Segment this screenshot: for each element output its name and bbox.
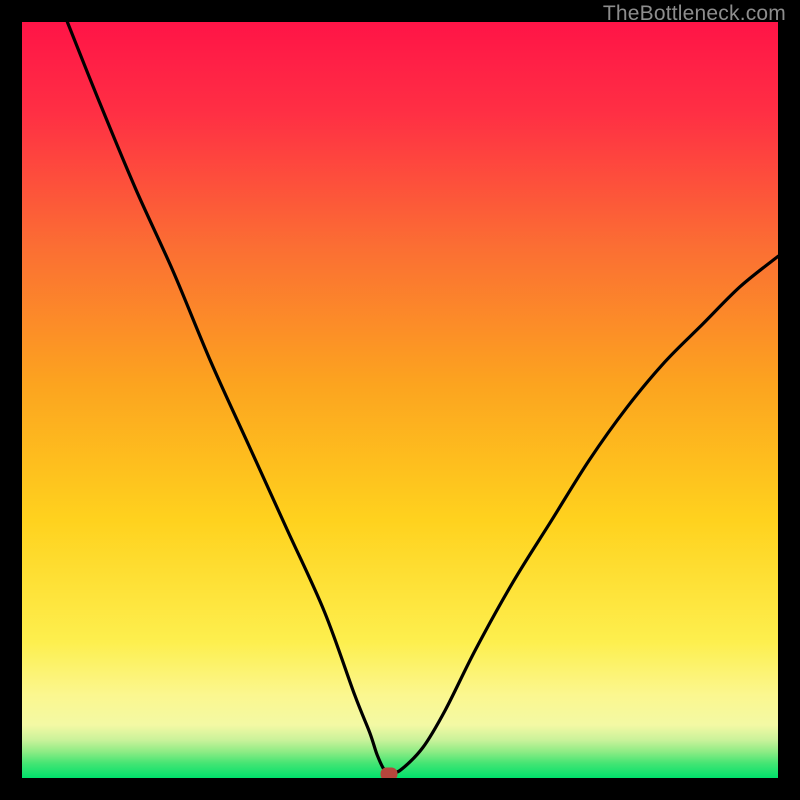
plot-area [22,22,778,778]
optimal-marker [380,768,397,778]
chart-frame: TheBottleneck.com [0,0,800,800]
bottleneck-curve [22,22,778,778]
watermark-text: TheBottleneck.com [603,2,786,26]
